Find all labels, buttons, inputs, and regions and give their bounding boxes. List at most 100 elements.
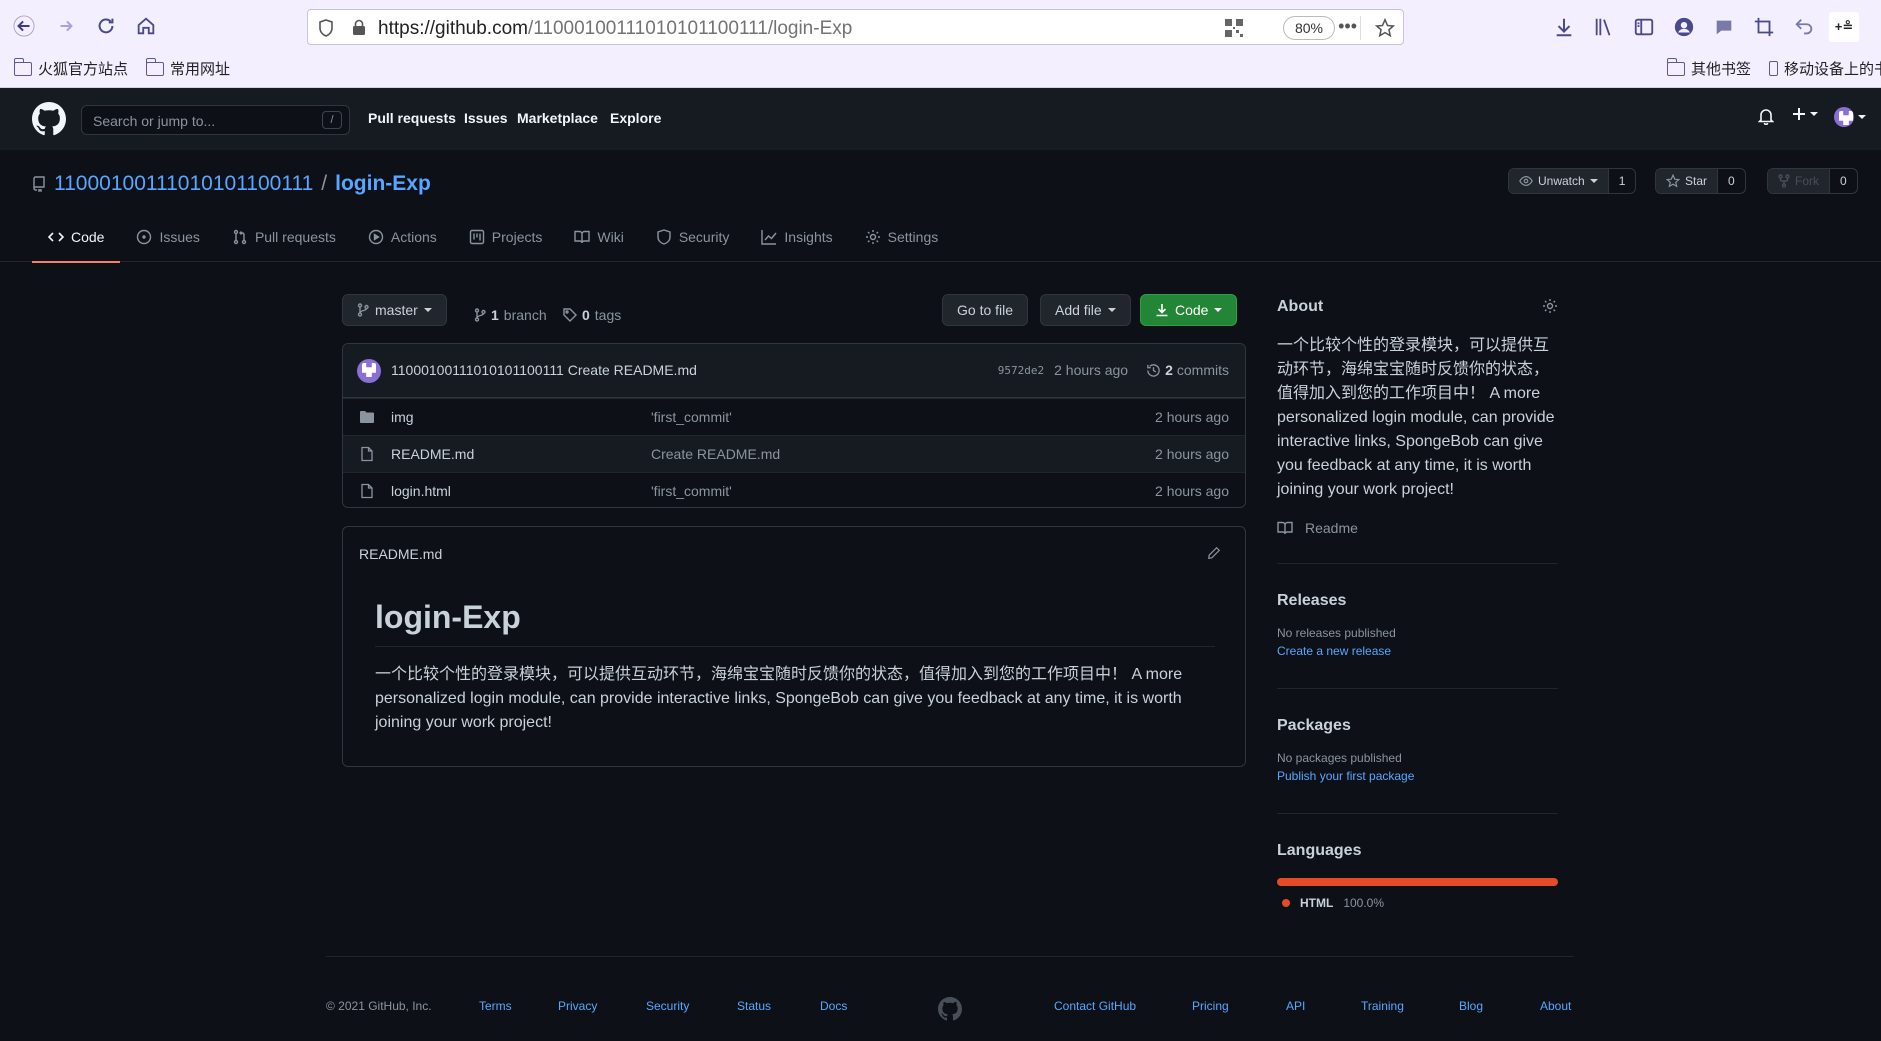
branches-link[interactable]: 1 branch xyxy=(474,307,547,323)
commit-sha-link[interactable]: 9572de2 xyxy=(998,364,1044,377)
footer-privacy-link[interactable]: Privacy xyxy=(558,999,597,1013)
file-name-link[interactable]: README.md xyxy=(391,446,474,462)
tags-link[interactable]: 0 tags xyxy=(563,307,621,323)
account-button[interactable] xyxy=(1669,12,1699,42)
file-row-login-html[interactable]: login.html 'first_commit' 2 hours ago xyxy=(343,472,1245,507)
language-item-html[interactable]: HTML 100.0% xyxy=(1282,896,1563,910)
reload-button[interactable] xyxy=(88,8,124,44)
commit-author-link[interactable]: 11000100111010101100111 xyxy=(391,362,564,378)
tab-pull-requests[interactable]: Pull requests xyxy=(216,212,352,262)
packages-title[interactable]: Packages xyxy=(1277,717,1558,735)
file-commit-message[interactable]: 'first_commit' xyxy=(651,483,732,499)
add-file-button[interactable]: Add file xyxy=(1040,294,1131,326)
footer-status-link[interactable]: Status xyxy=(737,999,771,1013)
create-new-button[interactable] xyxy=(1792,107,1818,121)
github-logo-icon[interactable] xyxy=(32,102,66,136)
repo-name-link[interactable]: login-Exp xyxy=(335,172,431,196)
star-icon xyxy=(1666,174,1680,188)
readme-filename: README.md xyxy=(359,546,443,562)
file-name-link[interactable]: img xyxy=(391,409,414,425)
search-input[interactable]: Search or jump to... / xyxy=(81,105,350,135)
tab-settings[interactable]: Settings xyxy=(849,212,955,262)
footer-about-link[interactable]: About xyxy=(1540,999,1571,1013)
bookmark-other[interactable]: 其他书签 xyxy=(1666,57,1751,79)
fork-count[interactable]: 0 xyxy=(1829,169,1857,193)
edit-readme-button[interactable] xyxy=(1207,546,1221,565)
tag-icon xyxy=(563,308,577,322)
footer-training-link[interactable]: Training xyxy=(1361,999,1404,1013)
qr-code-icon[interactable] xyxy=(1225,19,1243,37)
folder-icon xyxy=(145,57,164,76)
commits-history-link[interactable]: 2 commits xyxy=(1146,362,1229,378)
bookmark-mobile[interactable]: 移动设备上的书 xyxy=(1769,58,1881,79)
downloads-button[interactable] xyxy=(1549,12,1579,42)
extension-button[interactable]: +≗ xyxy=(1829,12,1859,42)
tab-security[interactable]: Security xyxy=(640,212,746,262)
tag-label: tags xyxy=(594,307,622,323)
tab-wiki[interactable]: Wiki xyxy=(558,212,639,262)
nav-issues[interactable]: Issues xyxy=(464,110,508,126)
footer-terms-link[interactable]: Terms xyxy=(479,999,512,1013)
file-name-link[interactable]: login.html xyxy=(391,483,451,499)
publish-package-link[interactable]: Publish your first package xyxy=(1277,769,1558,783)
edit-about-button[interactable] xyxy=(1542,298,1558,319)
screenshot-button[interactable] xyxy=(1749,12,1779,42)
footer-blog-link[interactable]: Blog xyxy=(1459,999,1483,1013)
library-button[interactable] xyxy=(1589,12,1619,42)
footer-docs-link[interactable]: Docs xyxy=(820,999,847,1013)
repo-tabs: Code Issues Pull requests Actions Projec… xyxy=(32,212,955,263)
repo-owner-link[interactable]: 11000100111010101100111 xyxy=(54,172,313,196)
releases-title[interactable]: Releases xyxy=(1277,592,1558,610)
file-row-img[interactable]: img 'first_commit' 2 hours ago xyxy=(343,398,1245,435)
notifications-button[interactable] xyxy=(1758,107,1774,125)
nav-pull-requests[interactable]: Pull requests xyxy=(368,110,456,126)
bookmark-firefox-official[interactable]: 火狐官方站点 xyxy=(13,57,128,79)
tab-code[interactable]: Code xyxy=(32,212,121,263)
star-button[interactable]: Star xyxy=(1656,169,1718,193)
footer-pricing-link[interactable]: Pricing xyxy=(1192,999,1229,1013)
footer-security-link[interactable]: Security xyxy=(646,999,689,1013)
tab-label: Code xyxy=(71,229,105,245)
file-row-readme[interactable]: README.md Create README.md 2 hours ago xyxy=(343,435,1245,472)
fork-button[interactable]: Fork xyxy=(1768,169,1829,193)
nav-marketplace[interactable]: Marketplace xyxy=(517,110,598,126)
star-count[interactable]: 0 xyxy=(1717,169,1745,193)
bookmark-common-sites[interactable]: 常用网址 xyxy=(145,57,230,79)
commit-message-link[interactable]: Create README.md xyxy=(568,362,697,378)
branch-select[interactable]: master xyxy=(342,294,447,326)
address-bar[interactable]: https://github.com/110001001110101011001… xyxy=(307,9,1404,45)
tab-insights[interactable]: Insights xyxy=(745,212,848,262)
watch-count[interactable]: 1 xyxy=(1607,169,1636,193)
code-icon xyxy=(48,232,64,242)
readme-link[interactable]: Readme xyxy=(1277,520,1558,536)
folder-icon xyxy=(13,57,32,76)
tab-projects[interactable]: Projects xyxy=(453,212,559,262)
page-actions-icon[interactable]: ••• xyxy=(1338,16,1357,37)
book-icon xyxy=(1277,521,1293,535)
chat-extension-button[interactable] xyxy=(1709,12,1739,42)
tab-actions[interactable]: Actions xyxy=(352,212,453,262)
unwatch-button[interactable]: Unwatch xyxy=(1509,169,1608,193)
nav-explore[interactable]: Explore xyxy=(610,110,661,126)
code-download-button[interactable]: Code xyxy=(1140,294,1238,326)
tab-issues[interactable]: Issues xyxy=(120,212,215,262)
go-to-file-button[interactable]: Go to file xyxy=(942,294,1029,326)
home-button[interactable] xyxy=(128,8,164,44)
undo-button[interactable] xyxy=(1789,12,1819,42)
file-commit-message[interactable]: 'first_commit' xyxy=(651,409,732,425)
zoom-level-badge[interactable]: 80% xyxy=(1283,16,1335,40)
forward-button[interactable] xyxy=(48,8,84,44)
github-mark-icon[interactable] xyxy=(938,997,962,1021)
avatar[interactable] xyxy=(357,359,381,383)
caret-down-icon xyxy=(1858,115,1866,119)
create-release-link[interactable]: Create a new release xyxy=(1277,644,1558,658)
languages-title: Languages xyxy=(1277,842,1362,859)
footer-contact-link[interactable]: Contact GitHub xyxy=(1054,999,1136,1013)
back-button[interactable] xyxy=(6,8,42,44)
divider xyxy=(1277,563,1558,564)
user-menu-button[interactable] xyxy=(1834,107,1866,127)
footer-api-link[interactable]: API xyxy=(1286,999,1305,1013)
star-bookmark-icon[interactable] xyxy=(1375,18,1395,38)
sidebar-toggle-button[interactable] xyxy=(1629,12,1659,42)
file-commit-message[interactable]: Create README.md xyxy=(651,446,780,462)
